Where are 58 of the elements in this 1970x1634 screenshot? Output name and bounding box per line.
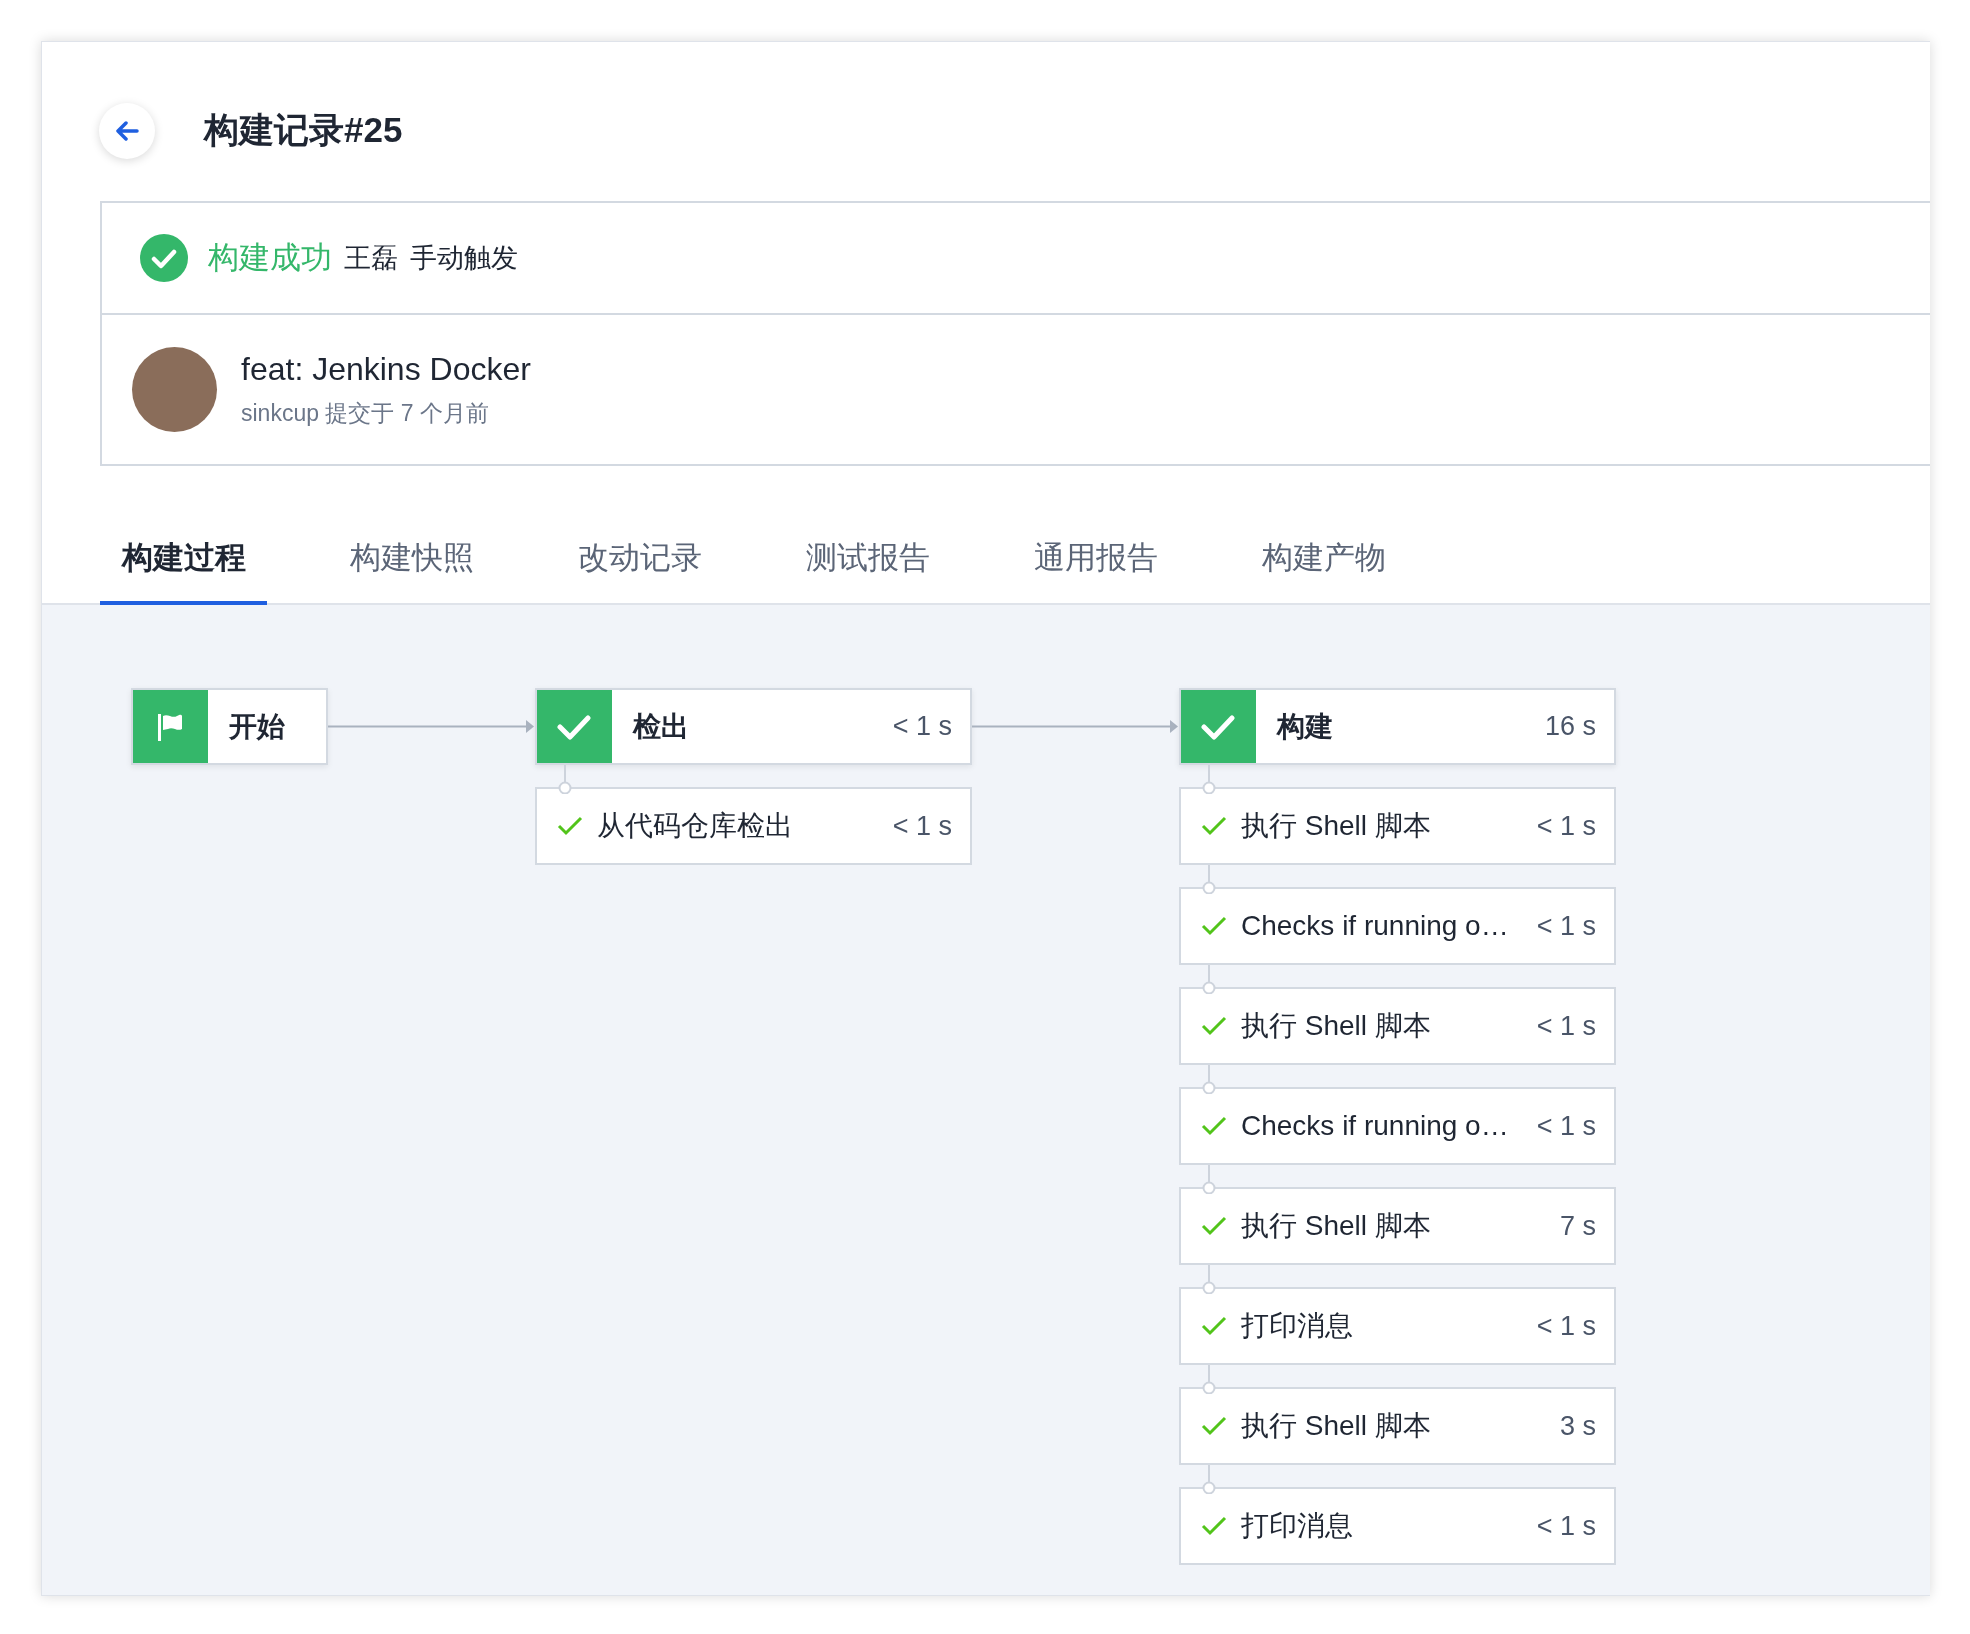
step-connector xyxy=(1202,1365,1216,1394)
build-status: 构建成功 xyxy=(208,239,332,277)
step-name: Checks if running o… xyxy=(1241,910,1509,942)
tab[interactable]: 改动记录 xyxy=(556,515,723,605)
step-connector xyxy=(1202,765,1216,794)
step-name: 执行 Shell 脚本 xyxy=(1241,1409,1431,1443)
step-name: 从代码仓库检出 xyxy=(597,809,793,843)
step-connector xyxy=(1202,1165,1216,1194)
step-card[interactable]: Checks if running o… < 1 s xyxy=(1179,887,1616,965)
tab[interactable]: 构建产物 xyxy=(1240,515,1407,605)
stage-duration: 16 s xyxy=(1544,711,1596,742)
step-name: Checks if running o… xyxy=(1241,1110,1509,1142)
flag-icon xyxy=(133,690,208,763)
stage-name: 构建 xyxy=(1277,709,1333,744)
step-name: 打印消息 xyxy=(1241,1309,1353,1343)
step-connector xyxy=(1202,965,1216,994)
stage-name: 检出 xyxy=(633,709,689,744)
step-duration: < 1 s xyxy=(1536,1310,1596,1342)
step-duration: < 1 s xyxy=(1536,810,1596,842)
tab[interactable]: 测试报告 xyxy=(784,515,951,605)
step-connector xyxy=(1202,1465,1216,1494)
start-node[interactable]: 开始 xyxy=(131,688,328,765)
stage-node[interactable]: 检出 < 1 s xyxy=(535,688,972,765)
back-button[interactable] xyxy=(99,102,155,159)
step-card[interactable]: 执行 Shell 脚本 < 1 s xyxy=(1179,987,1616,1065)
step-card[interactable]: 从代码仓库检出 < 1 s xyxy=(535,787,972,865)
step-name: 执行 Shell 脚本 xyxy=(1241,809,1431,843)
step-card[interactable]: 打印消息 < 1 s xyxy=(1179,1487,1616,1565)
step-card[interactable]: 执行 Shell 脚本 3 s xyxy=(1179,1387,1616,1465)
step-connector xyxy=(1202,1065,1216,1094)
tab[interactable]: 构建快照 xyxy=(328,515,495,605)
step-duration: 7 s xyxy=(1559,1210,1596,1242)
step-card[interactable]: 执行 Shell 脚本 < 1 s xyxy=(1179,787,1616,865)
step-name: 执行 Shell 脚本 xyxy=(1241,1209,1431,1243)
step-card[interactable]: 执行 Shell 脚本 7 s xyxy=(1179,1187,1616,1265)
trigger-user: 王磊 xyxy=(344,242,398,275)
stage-node[interactable]: 构建 16 s xyxy=(1179,688,1616,765)
step-duration: < 1 s xyxy=(1536,1110,1596,1142)
step-duration: < 1 s xyxy=(1536,910,1596,942)
stage-duration: < 1 s xyxy=(892,711,952,742)
step-name: 执行 Shell 脚本 xyxy=(1241,1009,1431,1043)
step-connector xyxy=(1202,865,1216,894)
trigger-type: 手动触发 xyxy=(410,242,518,275)
tab[interactable]: 通用报告 xyxy=(1012,515,1179,605)
commit-meta: sinkcup 提交于 7 个月前 xyxy=(241,398,490,428)
step-card[interactable]: 打印消息 < 1 s xyxy=(1179,1287,1616,1365)
step-card[interactable]: Checks if running o… < 1 s xyxy=(1179,1087,1616,1165)
commit-message: feat: Jenkins Docker xyxy=(241,350,531,388)
page-title: 构建记录#25 xyxy=(204,109,403,151)
step-connector xyxy=(558,765,572,794)
step-duration: < 1 s xyxy=(1536,1510,1596,1542)
step-name: 打印消息 xyxy=(1241,1509,1353,1543)
back-arrow-icon xyxy=(115,120,139,141)
step-connector xyxy=(1202,1265,1216,1294)
step-duration: < 1 s xyxy=(1536,1010,1596,1042)
node-label: 开始 xyxy=(229,709,285,744)
step-duration: < 1 s xyxy=(892,810,952,842)
step-duration: 3 s xyxy=(1559,1410,1596,1442)
